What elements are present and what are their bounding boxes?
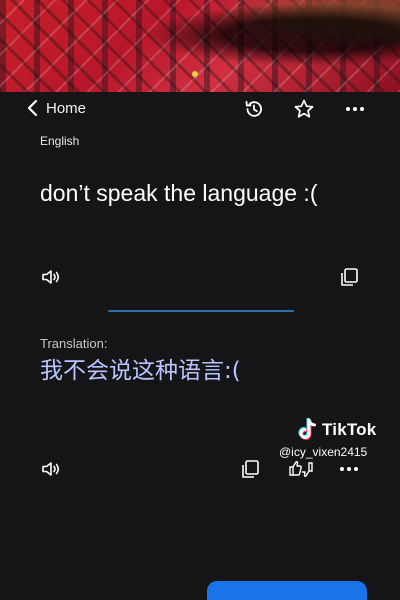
star-icon[interactable] [293, 98, 315, 120]
more-icon[interactable] [344, 98, 366, 120]
tiktok-watermark: TikTok [296, 418, 376, 442]
history-icon[interactable] [243, 98, 265, 120]
section-divider [108, 310, 294, 312]
back-button[interactable]: Home [26, 98, 86, 118]
camera-photo-strip [0, 0, 400, 92]
chevron-left-icon [26, 99, 38, 117]
app-frame: Home English don’t speak the language:(… [0, 0, 400, 600]
tiktok-brand: TikTok [322, 420, 377, 439]
speaker-icon[interactable] [40, 458, 62, 480]
source-text[interactable]: don’t speak the language :( [40, 178, 360, 208]
speaker-icon[interactable] [40, 266, 62, 288]
feedback-thumbs-icon[interactable] [288, 458, 313, 480]
bottom-action-button[interactable] [207, 581, 367, 600]
photo-detail [192, 71, 198, 77]
back-label: Home [46, 99, 87, 117]
source-language-label[interactable]: English [40, 134, 79, 148]
top-bar: Home [0, 92, 400, 124]
copy-icon[interactable] [239, 458, 261, 480]
translation-label: Translation: [40, 336, 108, 351]
tiktok-logo-icon [296, 418, 318, 442]
tiktok-handle: @icy_vixen2415 [279, 445, 368, 459]
translator-panel: Home English don’t speak the language:(… [0, 92, 400, 600]
copy-icon[interactable] [338, 266, 360, 288]
translation-text[interactable]: 我不会说这种语言:( [40, 356, 370, 386]
more-icon[interactable] [338, 458, 360, 480]
